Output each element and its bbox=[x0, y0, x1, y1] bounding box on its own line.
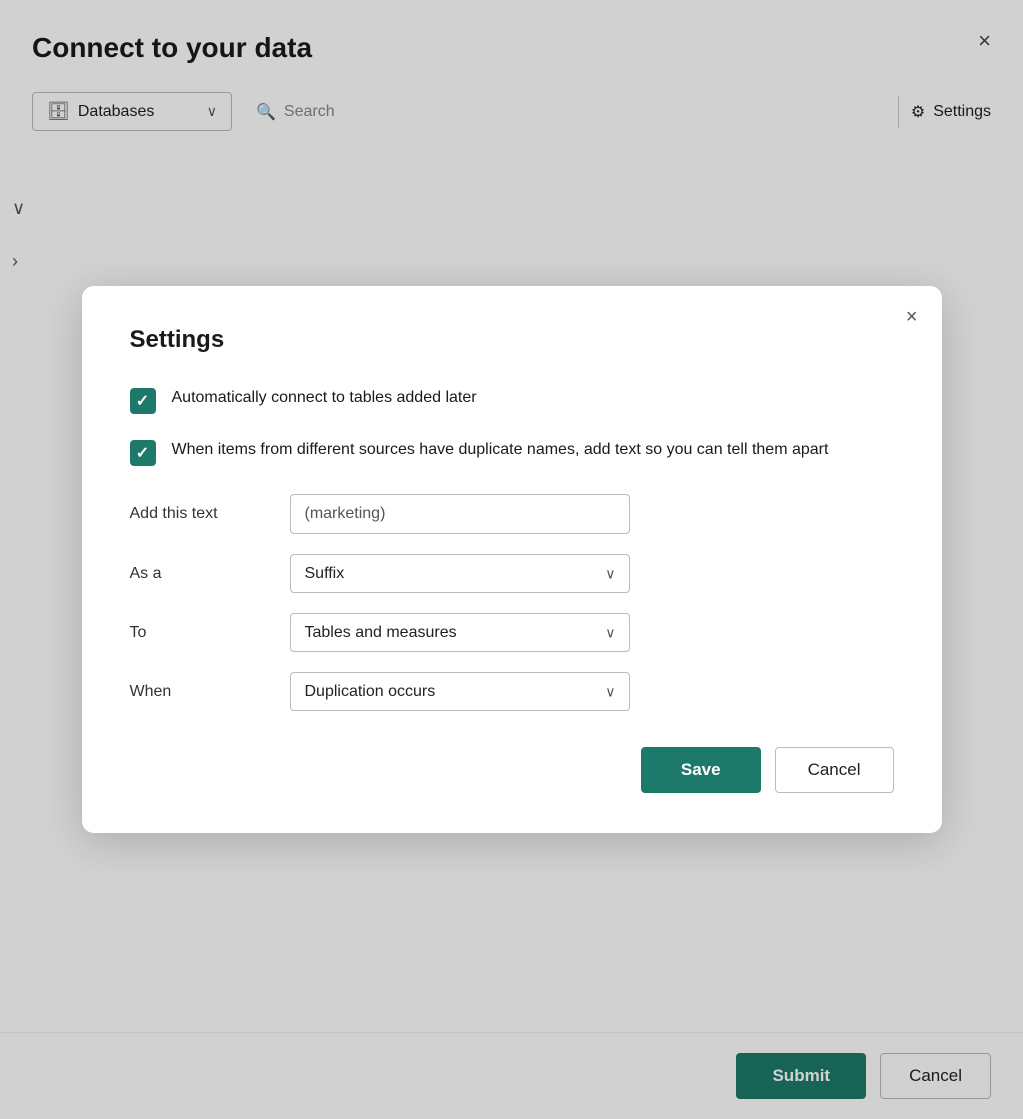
form-section: Add this text As a Suffix Prefix ∨ To bbox=[130, 494, 894, 711]
modal-cancel-button[interactable]: Cancel bbox=[775, 747, 894, 793]
when-label: When bbox=[130, 683, 290, 701]
modal-footer: Save Cancel bbox=[130, 747, 894, 793]
modal-overlay: Settings × ✓ Automatically connect to ta… bbox=[0, 0, 1023, 1119]
add-text-input[interactable] bbox=[290, 494, 630, 534]
suffix-select-wrapper: Suffix Prefix ∨ bbox=[290, 554, 630, 593]
to-label: To bbox=[130, 624, 290, 642]
as-a-row: As a Suffix Prefix ∨ bbox=[130, 554, 894, 593]
suffix-select[interactable]: Suffix Prefix bbox=[290, 554, 630, 593]
to-select-wrapper: Tables and measures Tables only Measures… bbox=[290, 613, 630, 652]
when-select[interactable]: Duplication occurs Always bbox=[290, 672, 630, 711]
to-select[interactable]: Tables and measures Tables only Measures… bbox=[290, 613, 630, 652]
when-select-wrapper: Duplication occurs Always ∨ bbox=[290, 672, 630, 711]
checkbox-row-2: ✓ When items from different sources have… bbox=[130, 438, 894, 466]
modal-close-button[interactable]: × bbox=[906, 306, 918, 329]
checkbox1-label: Automatically connect to tables added la… bbox=[172, 386, 477, 410]
to-row: To Tables and measures Tables only Measu… bbox=[130, 613, 894, 652]
add-text-row: Add this text bbox=[130, 494, 894, 534]
checkmark-2-icon: ✓ bbox=[136, 443, 149, 463]
save-button[interactable]: Save bbox=[641, 747, 761, 793]
settings-modal: Settings × ✓ Automatically connect to ta… bbox=[82, 286, 942, 833]
add-text-label: Add this text bbox=[130, 505, 290, 523]
checkbox-auto-connect[interactable]: ✓ bbox=[130, 388, 156, 414]
checkbox2-label: When items from different sources have d… bbox=[172, 438, 829, 462]
checkmark-icon: ✓ bbox=[136, 391, 149, 411]
checkbox-row-1: ✓ Automatically connect to tables added … bbox=[130, 386, 894, 414]
modal-title: Settings bbox=[130, 326, 894, 354]
as-a-label: As a bbox=[130, 565, 290, 583]
when-row: When Duplication occurs Always ∨ bbox=[130, 672, 894, 711]
checkbox-duplicate-names[interactable]: ✓ bbox=[130, 440, 156, 466]
